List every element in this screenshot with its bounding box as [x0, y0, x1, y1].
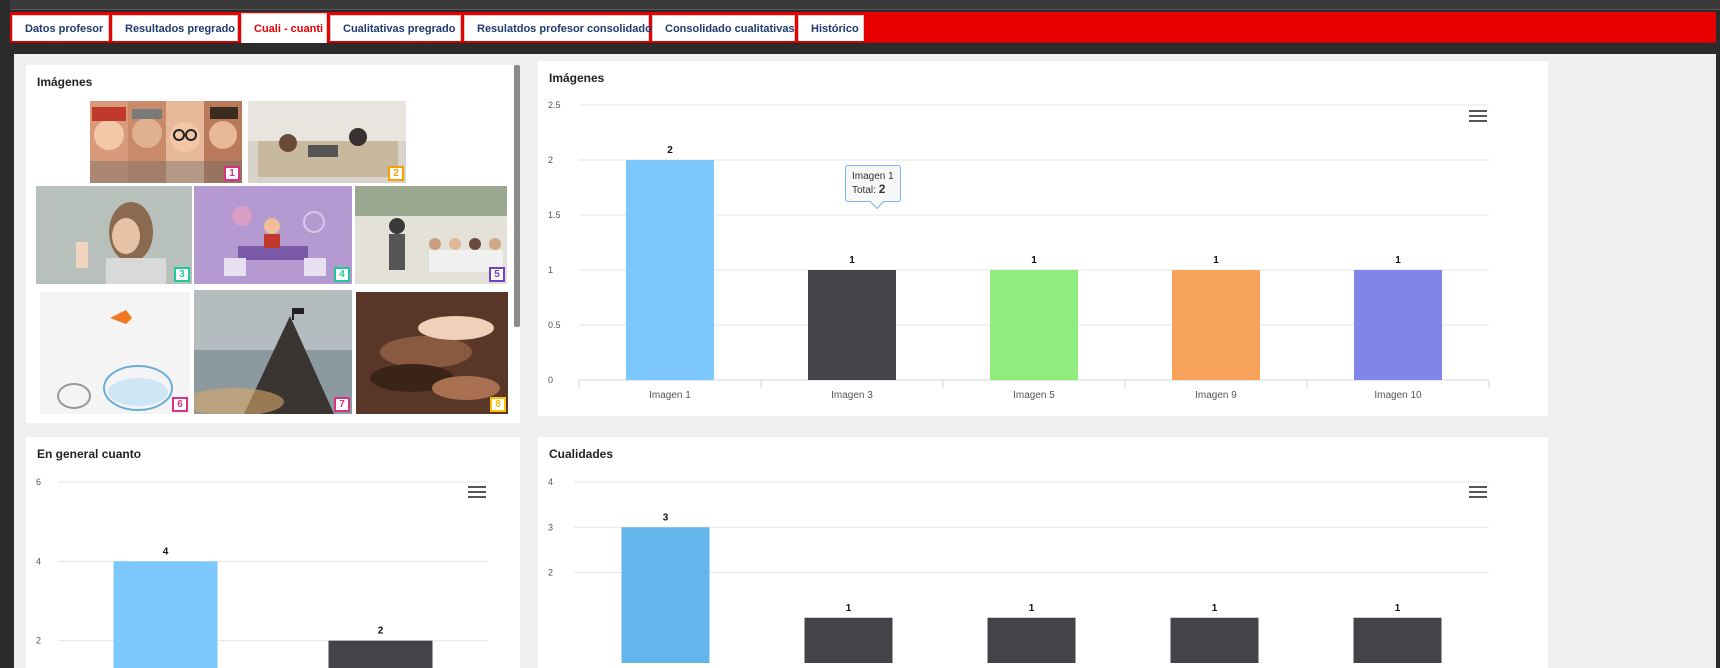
- data-label: 1: [849, 255, 855, 266]
- image-2-office[interactable]: 2: [248, 101, 406, 183]
- hands-illustration: [356, 292, 508, 414]
- image-badge: 5: [489, 267, 505, 282]
- bar: [1172, 270, 1260, 380]
- tab-label: Resultados pregrado: [125, 22, 236, 35]
- image-badge: 6: [172, 397, 188, 412]
- x-tick-label: Imagen 1: [649, 390, 691, 401]
- chart-tooltip: Imagen 1 Total: 2: [845, 165, 901, 210]
- data-label: 2: [667, 145, 673, 156]
- data-label: 1: [1212, 603, 1218, 614]
- tooltip-total-value: 2: [878, 182, 886, 196]
- image-4-illustration[interactable]: 4: [194, 186, 352, 284]
- tooltip-total-label: Total:: [852, 185, 876, 196]
- image-3-window-woman[interactable]: 3: [36, 186, 192, 284]
- image-badge: 7: [334, 397, 350, 412]
- qualities-bar-chart: 2 3 4 3 1 1 1 1: [548, 477, 1489, 663]
- window-top-bar: [0, 0, 1720, 10]
- tab-cualitativas-pregrado[interactable]: Cualitativas pregrado: [330, 15, 461, 41]
- tab-label: Histórico: [811, 22, 859, 35]
- x-tick-label: Imagen 10: [1374, 390, 1422, 401]
- bar: [621, 527, 710, 663]
- goldfish-illustration: [40, 292, 190, 414]
- general-chart-panel: En general cuanto 24642: [26, 437, 520, 668]
- tab-label: Cualitativas pregrado: [343, 22, 456, 35]
- image-badge: 3: [174, 267, 190, 282]
- tab-resultados-profesor-consolidado[interactable]: Resulatdos profesor consolidado: [464, 15, 652, 41]
- bar: [804, 617, 893, 663]
- tab-bar: Datos profesor Resultados pregrado Cuali…: [10, 12, 1716, 43]
- data-label: 1: [1213, 255, 1219, 266]
- panel-title: Imágenes: [37, 75, 93, 89]
- y-tick-label: 0.5: [548, 320, 561, 330]
- images-bar-chart: 00.511.522.52Imagen 11Imagen 31Imagen 51…: [548, 100, 1490, 401]
- image-badge: 4: [334, 267, 350, 282]
- bar: [328, 640, 433, 668]
- y-tick-label: 2: [548, 568, 553, 578]
- data-label: 1: [846, 603, 852, 614]
- dashboard-content: Imágenes 1 2 3 4 5 6 7 8 Imágenes 0 0.5 …: [14, 54, 1716, 668]
- desk-illustration: [194, 186, 352, 284]
- bar: [626, 160, 714, 380]
- tab-historico[interactable]: Histórico: [798, 15, 864, 41]
- bar: [1353, 617, 1442, 663]
- tab-label: Consolidado cualitativas: [665, 22, 795, 35]
- bar: [808, 270, 896, 380]
- y-tick-label: 0: [548, 375, 553, 385]
- image-5-meeting[interactable]: 5: [355, 186, 507, 284]
- tab-label: Resulatdos profesor consolidado: [477, 22, 652, 35]
- gallery-scrollbar[interactable]: [514, 65, 520, 327]
- y-tick-label: 6: [36, 477, 41, 487]
- bar: [113, 561, 218, 668]
- data-label: 3: [663, 512, 669, 523]
- bar: [990, 270, 1078, 380]
- woman-window-illustration: [36, 186, 192, 284]
- images-gallery-panel: Imágenes 1 2 3 4 5 6 7 8: [26, 65, 520, 423]
- image-1-faces[interactable]: 1: [90, 101, 242, 183]
- image-6-goldfish[interactable]: 6: [40, 292, 190, 414]
- y-tick-label: 1.5: [548, 210, 561, 220]
- y-tick-label: 3: [548, 522, 553, 532]
- y-tick-label: 2: [36, 636, 41, 646]
- mountain-illustration: [194, 290, 352, 414]
- tab-cuali-cuanti[interactable]: Cuali - cuanti: [241, 13, 327, 43]
- faces-illustration: [90, 107, 242, 183]
- data-label: 1: [1395, 255, 1401, 266]
- y-tick-label: 2: [548, 155, 553, 165]
- data-label: 1: [1031, 255, 1037, 266]
- image-8-hands[interactable]: 8: [356, 292, 508, 414]
- tab-datos-profesor[interactable]: Datos profesor: [12, 15, 109, 41]
- bar: [1354, 270, 1442, 380]
- image-badge: 8: [490, 397, 506, 412]
- tab-label: Datos profesor: [25, 22, 104, 35]
- data-label: 4: [163, 546, 169, 557]
- window-left-edge: [0, 0, 10, 668]
- bar: [1170, 617, 1259, 663]
- meeting-illustration: [355, 186, 507, 284]
- x-tick-label: Imagen 5: [1013, 390, 1055, 401]
- y-tick-label: 4: [548, 477, 553, 487]
- data-label: 2: [378, 626, 384, 637]
- tooltip-label: Imagen 1: [852, 171, 894, 182]
- image-7-mountain[interactable]: 7: [194, 290, 352, 414]
- images-chart-panel: Imágenes 0 0.5 1 1.5 2 2.5 2 Imagen 1 1 Imagen 31…: [538, 61, 1548, 416]
- tab-resultados-pregrado[interactable]: Resultados pregrado: [112, 15, 238, 41]
- data-label: 1: [1029, 603, 1035, 614]
- y-tick-label: 4: [36, 556, 41, 566]
- general-bar-chart: 2 4 6 4 2: [36, 477, 488, 668]
- tab-label: Cuali - cuanti: [254, 22, 324, 35]
- image-badge: 1: [224, 166, 240, 181]
- x-tick-label: Imagen 9: [1195, 390, 1237, 401]
- qualities-chart-panel: Cualidades 23431111: [538, 437, 1548, 668]
- image-badge: 2: [388, 166, 404, 181]
- office-illustration: [248, 101, 406, 177]
- y-tick-label: 2.5: [548, 100, 561, 110]
- tab-consolidado-cualitativas[interactable]: Consolidado cualitativas: [652, 15, 795, 41]
- data-label: 1: [1395, 603, 1401, 614]
- bar: [987, 617, 1076, 663]
- y-tick-label: 1: [548, 265, 553, 275]
- x-tick-label: Imagen 3: [831, 390, 873, 401]
